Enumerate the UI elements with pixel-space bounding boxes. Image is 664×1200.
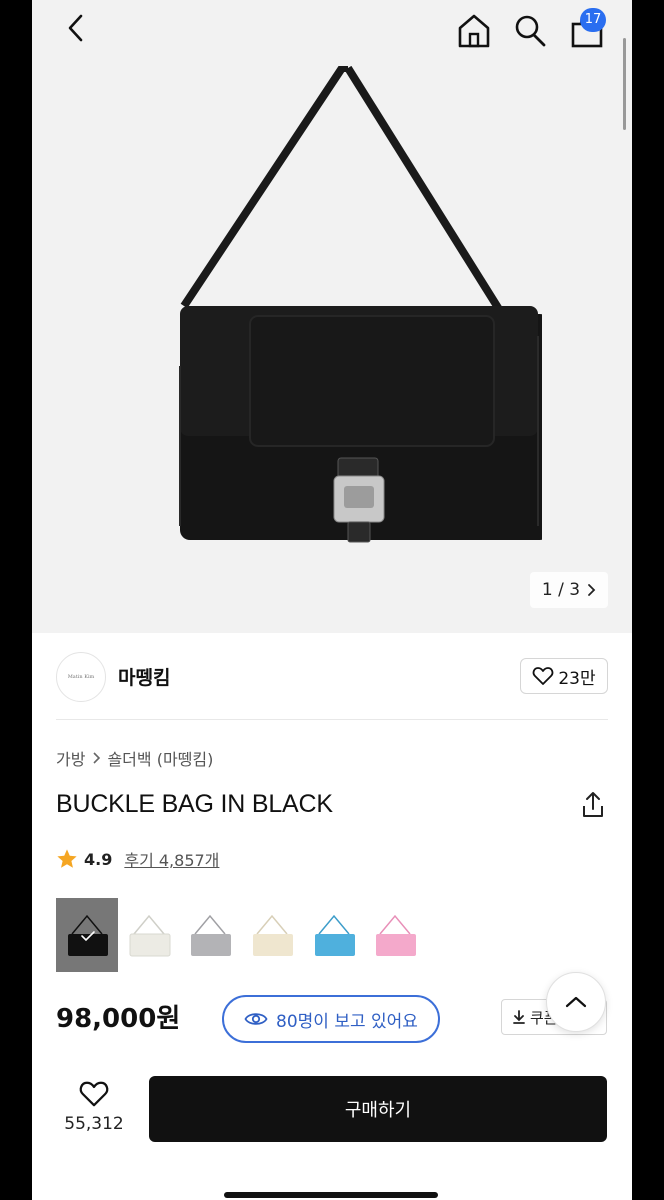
app-screen: 17 1 / 3 Matin Kim 마뗑킴 23만 가방 숄더백 (마뗑킴) … bbox=[32, 0, 632, 1200]
heart-icon bbox=[79, 1081, 109, 1107]
chevron-up-icon bbox=[565, 996, 587, 1008]
swatch-bag-thumbnail bbox=[376, 914, 417, 956]
brand-name[interactable]: 마뗑킴 bbox=[118, 663, 170, 690]
breadcrumb: 가방 숄더백 (마뗑킴) bbox=[56, 746, 213, 770]
star-icon bbox=[57, 849, 77, 868]
brand-like-count: 23만 bbox=[558, 668, 596, 689]
back-button[interactable] bbox=[60, 10, 92, 46]
swatch-bag-thumbnail bbox=[67, 914, 108, 956]
swatch-bag-thumbnail bbox=[129, 914, 170, 957]
brand-logo[interactable]: Matin Kim bbox=[56, 652, 106, 702]
chevron-left-icon bbox=[68, 14, 83, 42]
brand-row: Matin Kim 마뗑킴 23만 bbox=[56, 650, 608, 706]
search-icon bbox=[515, 15, 546, 47]
swatch-bag-thumbnail bbox=[252, 914, 293, 956]
product-price: 98,000원 bbox=[56, 1004, 181, 1034]
viewers-badge: 80명이 보고 있어요 bbox=[222, 995, 440, 1043]
pager-text: 1 / 3 bbox=[541, 580, 581, 600]
share-button[interactable] bbox=[578, 790, 608, 820]
chevron-right-icon bbox=[93, 752, 101, 764]
eye-icon bbox=[244, 1013, 268, 1025]
brand-logo-text: Matin Kim bbox=[67, 674, 95, 680]
chevron-right-icon bbox=[588, 584, 596, 596]
swatch-bag-thumbnail bbox=[191, 914, 232, 956]
reviews-link[interactable]: 후기 4,857개 bbox=[124, 847, 219, 871]
rating-score: 4.9 bbox=[84, 849, 113, 869]
buy-button[interactable]: 구매하기 bbox=[149, 1076, 607, 1142]
product-image bbox=[179, 66, 542, 543]
image-pager[interactable]: 1 / 3 bbox=[530, 572, 608, 608]
breadcrumb-category[interactable]: 가방 bbox=[56, 746, 85, 770]
color-swatches bbox=[56, 898, 426, 972]
swatch-sky-blue[interactable] bbox=[303, 898, 365, 972]
cart-count-badge: 17 bbox=[580, 8, 606, 32]
home-indicator bbox=[224, 1192, 438, 1198]
swatch-pink[interactable] bbox=[364, 898, 426, 972]
scrollbar bbox=[623, 38, 626, 130]
wishlist-button[interactable]: 55,312 bbox=[60, 1075, 128, 1139]
scroll-to-top-button[interactable] bbox=[546, 972, 606, 1032]
download-icon bbox=[513, 1010, 525, 1024]
share-icon bbox=[583, 792, 603, 817]
swatch-gray[interactable] bbox=[179, 898, 241, 972]
brand-like-button[interactable]: 23만 bbox=[520, 658, 608, 694]
top-navigation-bar: 17 bbox=[32, 0, 632, 60]
swatch-cream[interactable] bbox=[241, 898, 303, 972]
heart-icon bbox=[533, 667, 554, 685]
product-image-gallery[interactable]: 17 1 / 3 bbox=[32, 0, 632, 633]
viewers-text: 80명이 보고 있어요 bbox=[276, 1011, 418, 1032]
wishlist-count: 55,312 bbox=[64, 1114, 124, 1134]
swatch-bag-thumbnail bbox=[314, 914, 355, 956]
swatch-black[interactable] bbox=[56, 898, 118, 972]
breadcrumb-subcategory[interactable]: 숄더백 (마뗑킴) bbox=[107, 746, 213, 770]
product-title: BUCKLE BAG IN BLACK bbox=[56, 790, 333, 818]
swatch-ivory[interactable] bbox=[118, 898, 180, 972]
divider bbox=[56, 719, 608, 720]
rating-row: 4.9 후기 4,857개 bbox=[56, 847, 219, 871]
search-button[interactable] bbox=[512, 10, 548, 50]
home-icon bbox=[458, 14, 490, 48]
home-button[interactable] bbox=[456, 10, 492, 50]
